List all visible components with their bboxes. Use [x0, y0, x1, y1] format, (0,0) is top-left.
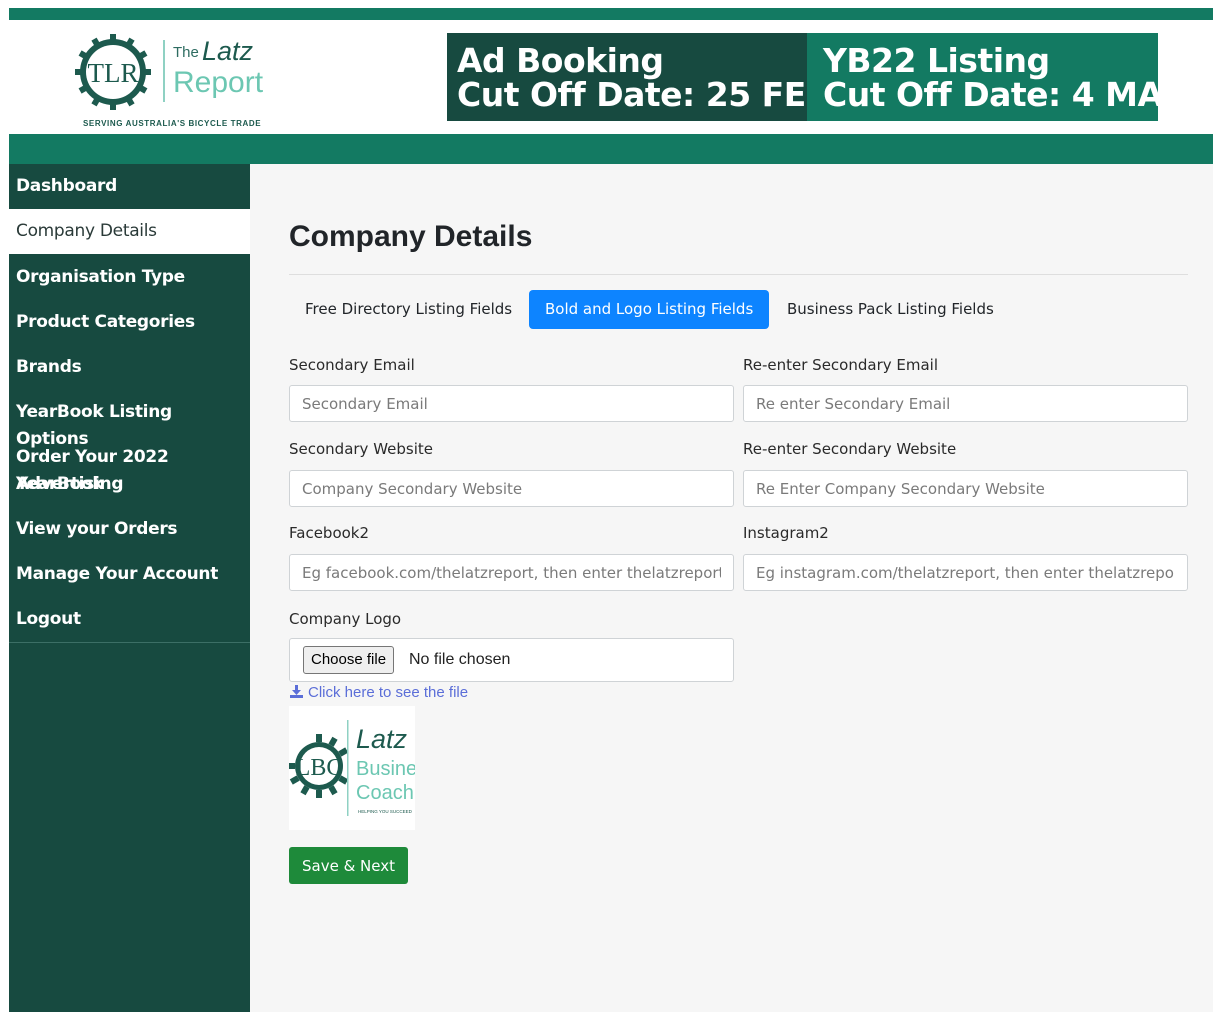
svg-text:Coaching: Coaching	[356, 782, 415, 804]
svg-text:LBC: LBC	[296, 755, 343, 781]
logo-latz-text: Latz	[202, 36, 254, 66]
gear-seal-icon: TLR	[75, 34, 151, 110]
svg-text:Business: Business	[356, 758, 415, 780]
yb22-listing-date: Cut Off Date: 4 MAR	[823, 75, 1188, 114]
secondary-email-input[interactable]	[289, 385, 734, 422]
secondary-website-label: Secondary Website	[289, 440, 434, 458]
site-header: TLR The Latz Report SERVING AUSTRALIA'S …	[9, 20, 1213, 134]
secondary-website-input[interactable]	[289, 470, 734, 507]
sidebar-item-view-orders[interactable]: View your Orders	[9, 516, 250, 543]
instagram2-label: Instagram2	[743, 524, 829, 542]
download-icon	[290, 685, 303, 698]
logo-report-text: Report	[173, 66, 264, 99]
company-logo-preview: LBC Latz Business Coaching HELPING YOU S…	[287, 706, 441, 830]
view-file-link[interactable]: Click here to see the file	[289, 684, 468, 701]
reenter-secondary-website-input[interactable]	[743, 470, 1188, 507]
file-status-text: No file chosen	[409, 651, 511, 668]
ad-booking-date: Cut Off Date: 25 FEB	[457, 75, 831, 114]
reenter-secondary-email-label: Re-enter Secondary Email	[743, 356, 938, 374]
main-content: Company Details Free Directory Listing F…	[250, 164, 1213, 1012]
lbc-logo-image: LBC Latz Business Coaching HELPING YOU S…	[287, 720, 441, 816]
tab-free-directory-listing[interactable]: Free Directory Listing Fields	[289, 290, 528, 329]
deadline-banner[interactable]: Ad Booking Cut Off Date: 25 FEB YB22 Lis…	[447, 33, 1188, 121]
facebook2-label: Facebook2	[289, 524, 370, 542]
sidebar-divider	[9, 642, 250, 643]
save-next-button[interactable]: Save & Next	[289, 847, 408, 884]
svg-text:Latz: Latz	[356, 724, 408, 754]
tab-bold-and-logo-listing[interactable]: Bold and Logo Listing Fields	[529, 290, 770, 329]
company-logo-file-input[interactable]: Choose file No file chosen	[289, 638, 734, 682]
sidebar-item-brands[interactable]: Brands	[9, 354, 250, 381]
secondary-email-label: Secondary Email	[289, 356, 415, 374]
page-title: Company Details	[289, 220, 533, 253]
view-file-link-text: Click here to see the file	[308, 684, 469, 701]
sidebar-item-company-details[interactable]: Company Details	[9, 209, 250, 254]
instagram2-input[interactable]	[743, 554, 1188, 591]
sidebar-item-order-yearbook-advertising[interactable]: Advertising	[9, 471, 250, 498]
sidebar-item-dashboard[interactable]: Dashboard	[9, 170, 250, 209]
svg-text:HELPING YOU SUCCEED: HELPING YOU SUCCEED	[358, 809, 413, 814]
reenter-secondary-email-input[interactable]	[743, 385, 1188, 422]
title-divider	[289, 274, 1188, 275]
latz-report-logo[interactable]: TLR The Latz Report SERVING AUSTRALIA'S …	[73, 30, 273, 130]
nav-band	[9, 134, 1213, 164]
sidebar-item-logout[interactable]: Logout	[9, 606, 250, 633]
logo-tagline: SERVING AUSTRALIA'S BICYCLE TRADE	[83, 119, 262, 128]
choose-file-button[interactable]: Choose file	[303, 646, 395, 674]
yb22-listing-banner: YB22 Listing Cut Off Date: 4 MAR	[807, 33, 1188, 121]
svg-text:TLR: TLR	[88, 58, 139, 88]
ad-booking-banner: Ad Booking Cut Off Date: 25 FEB	[447, 33, 831, 121]
sidebar: Dashboard Company Details Organisation T…	[9, 164, 250, 1012]
top-strip	[9, 8, 1213, 20]
logo-the-text: The	[173, 44, 199, 61]
logo-divider	[163, 40, 165, 102]
sidebar-item-product-categories[interactable]: Product Categories	[9, 309, 250, 336]
tab-business-pack-listing[interactable]: Business Pack Listing Fields	[771, 290, 1010, 329]
sidebar-item-manage-account[interactable]: Manage Your Account	[9, 561, 250, 588]
sidebar-item-organisation-type[interactable]: Organisation Type	[9, 264, 250, 291]
company-logo-label: Company Logo	[289, 610, 402, 628]
reenter-secondary-website-label: Re-enter Secondary Website	[743, 440, 957, 458]
page-frame: TLR The Latz Report SERVING AUSTRALIA'S …	[9, 8, 1213, 1012]
facebook2-input[interactable]	[289, 554, 734, 591]
